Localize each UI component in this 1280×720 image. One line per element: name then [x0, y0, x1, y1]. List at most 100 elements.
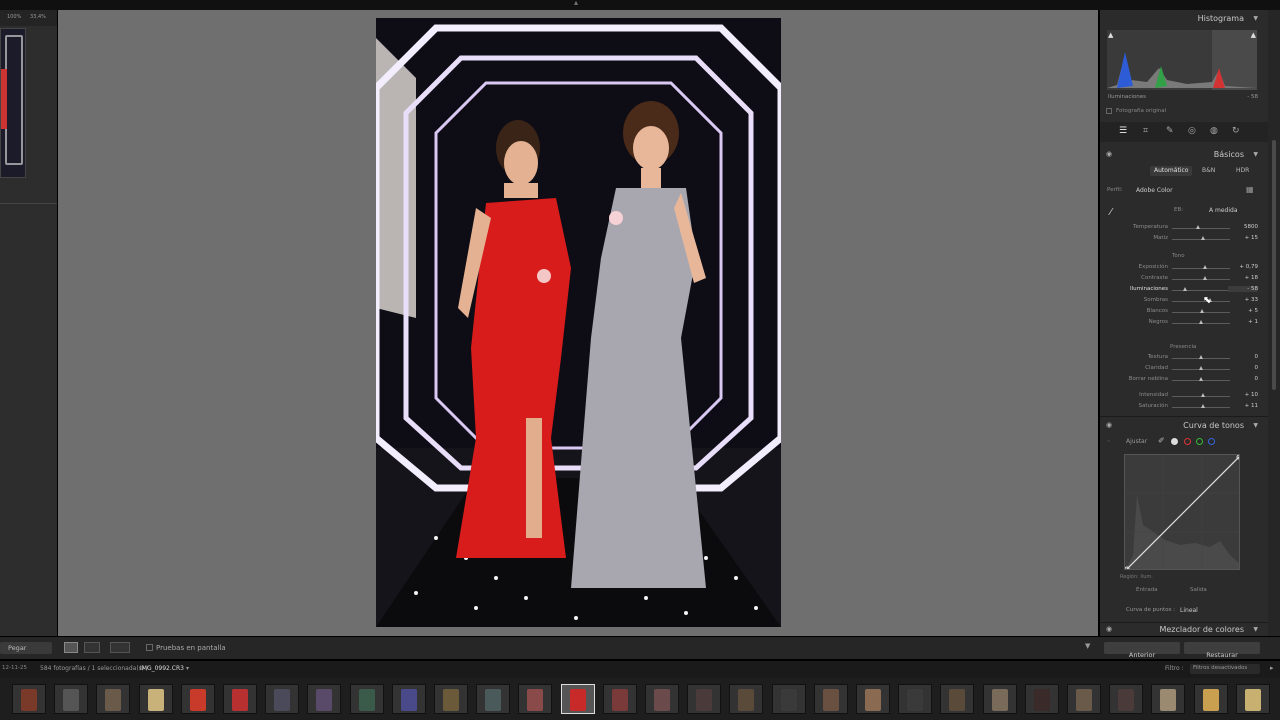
filmstrip-thumbnail[interactable] — [1235, 684, 1270, 714]
filmstrip-thumbnail[interactable] — [1193, 684, 1228, 714]
curve-blue-channel[interactable] — [1208, 438, 1215, 445]
filmstrip-thumbnail[interactable] — [12, 684, 46, 714]
filmstrip-thumbnail[interactable] — [856, 684, 890, 714]
curve-red-channel[interactable] — [1184, 438, 1191, 445]
filmstrip-thumbnail[interactable] — [54, 684, 89, 714]
compare-view-icon[interactable] — [84, 642, 100, 653]
filmstrip-thumbnail[interactable] — [96, 684, 131, 714]
original-photo-checkbox[interactable] — [1106, 108, 1112, 114]
filmstrip-thumbnail[interactable] — [1151, 684, 1186, 714]
filmstrip-thumbnail[interactable] — [476, 684, 511, 714]
collapse-top-arrow[interactable]: ▴ — [574, 0, 578, 7]
reset-button[interactable]: Restaurar — [1184, 642, 1260, 659]
slider-value[interactable]: + 1 — [1228, 319, 1258, 325]
slider-value[interactable]: + 15 — [1228, 235, 1258, 241]
filmstrip-thumbnail[interactable] — [982, 684, 1017, 714]
toolbar-menu-icon[interactable]: ▼ — [1085, 642, 1090, 650]
slider-knob[interactable] — [1198, 355, 1203, 359]
slider-knob[interactable] — [1199, 320, 1204, 324]
filmstrip-thumbnail[interactable] — [138, 684, 173, 714]
mixer-visibility-icon[interactable]: ◉ — [1106, 625, 1112, 633]
masking-icon[interactable]: ◍ — [1210, 126, 1218, 136]
slider-track[interactable] — [1172, 290, 1230, 291]
filmstrip-thumbnail[interactable] — [1024, 684, 1059, 714]
treatment-auto-button[interactable]: Automático — [1150, 166, 1192, 176]
slider-knob[interactable] — [1202, 276, 1207, 280]
color-mixer-title[interactable]: Mezclador de colores — [1159, 625, 1244, 634]
previous-button[interactable]: Anterior — [1104, 642, 1180, 659]
navigator-preview[interactable] — [0, 28, 26, 178]
filmstrip-thumbnail[interactable] — [602, 684, 637, 714]
slider-knob[interactable] — [1198, 377, 1203, 381]
slider-value[interactable]: 0 — [1228, 365, 1259, 371]
presets-icon[interactable]: ↻ — [1232, 126, 1240, 136]
slider-knob[interactable] — [1195, 225, 1200, 229]
filmstrip-thumbnail[interactable] — [180, 684, 215, 714]
slider-value[interactable]: + 11 — [1228, 403, 1258, 409]
slider-knob[interactable] — [1202, 265, 1207, 269]
slider-value[interactable]: + 33 — [1228, 297, 1258, 303]
filmstrip-thumbnail[interactable] — [813, 684, 848, 714]
basic-collapse-icon[interactable]: ▼ — [1253, 151, 1258, 158]
tone-curve-title[interactable]: Curva de tonos — [1183, 421, 1244, 430]
slider-track[interactable] — [1172, 228, 1230, 229]
filmstrip-thumbnail[interactable] — [645, 684, 679, 714]
slider-knob[interactable] — [1198, 366, 1203, 370]
slider-track[interactable] — [1172, 301, 1230, 302]
slider-value[interactable]: 0 — [1228, 376, 1259, 382]
treatment-hdr-button[interactable]: HDR — [1236, 167, 1249, 174]
wb-select[interactable]: A medida — [1209, 207, 1238, 214]
filmstrip-thumbnail[interactable] — [687, 684, 722, 714]
crop-icon[interactable]: ⌗ — [1143, 126, 1148, 136]
slider-knob[interactable] — [1182, 287, 1187, 291]
curve-visibility-icon[interactable]: ◉ — [1106, 421, 1112, 429]
loupe-view-icon[interactable] — [64, 642, 78, 653]
filmstrip-thumbnail[interactable] — [1109, 684, 1144, 714]
slider-value[interactable]: + 10 — [1228, 392, 1258, 398]
slider-value[interactable]: + 0,79 — [1228, 264, 1258, 270]
filmstrip-thumbnail[interactable] — [307, 684, 342, 714]
filmstrip-thumbnail[interactable] — [1067, 684, 1101, 714]
filmstrip-thumbnail[interactable] — [265, 684, 300, 714]
slider-value[interactable]: 0 — [1228, 354, 1259, 360]
shadow-clip-icon[interactable]: ▲ — [1108, 31, 1113, 39]
soft-proof-checkbox[interactable] — [146, 644, 153, 651]
paste-button[interactable]: Pegar — [0, 642, 52, 654]
color-mixer-collapse-icon[interactable]: ▼ — [1253, 626, 1258, 633]
wb-eyedropper-icon[interactable]: ⁄ — [1110, 207, 1112, 218]
slider-value[interactable]: - 58 — [1228, 286, 1258, 292]
scrollbar-thumb[interactable] — [1272, 140, 1276, 390]
histogram-title[interactable]: Histograma — [1198, 14, 1244, 23]
filmstrip-thumbnail[interactable] — [560, 684, 595, 714]
highlight-clip-icon[interactable]: ▲ — [1251, 31, 1256, 39]
filename-menu-icon[interactable]: ▾ — [186, 665, 189, 672]
filmstrip-filename[interactable]: IMG_0992.CR3 — [140, 665, 184, 672]
curve-target-icon[interactable]: ◦ — [1107, 438, 1111, 445]
tone-curve-collapse-icon[interactable]: ▼ — [1253, 422, 1258, 429]
slider-knob[interactable] — [1201, 393, 1206, 397]
filter-lock-icon[interactable]: ▸ — [1270, 664, 1274, 672]
filmstrip-thumbnail[interactable] — [729, 684, 764, 714]
filmstrip-thumbnail[interactable] — [391, 684, 426, 714]
heal-icon[interactable]: ✎ — [1166, 126, 1174, 136]
redeye-icon[interactable]: ◎ — [1188, 126, 1196, 136]
edit-sliders-icon[interactable]: ☰ — [1119, 126, 1127, 136]
histogram-collapse-icon[interactable]: ▼ — [1253, 15, 1258, 22]
parametric-curve-icon[interactable]: ✐ — [1158, 436, 1165, 445]
slider-knob[interactable] — [1200, 309, 1205, 313]
slider-knob[interactable] — [1201, 236, 1206, 240]
slider-track[interactable] — [1172, 279, 1230, 280]
slider-knob[interactable] — [1201, 404, 1206, 408]
profile-select[interactable]: Adobe Color — [1136, 187, 1173, 194]
slider-value[interactable]: 5800 — [1228, 224, 1258, 230]
basic-visibility-icon[interactable]: ◉ — [1106, 150, 1112, 158]
slider-value[interactable]: + 18 — [1228, 275, 1258, 281]
main-photo[interactable] — [376, 18, 781, 627]
filter-select[interactable]: Filtros desactivados — [1190, 664, 1260, 674]
filmstrip-thumbnail[interactable] — [518, 684, 553, 714]
filmstrip-thumbnail[interactable] — [434, 684, 468, 714]
curve-green-channel[interactable] — [1196, 438, 1203, 445]
filmstrip-thumbnail[interactable] — [940, 684, 975, 714]
curve-rgb-channel[interactable] — [1171, 438, 1178, 445]
before-after-icon[interactable] — [110, 642, 130, 653]
